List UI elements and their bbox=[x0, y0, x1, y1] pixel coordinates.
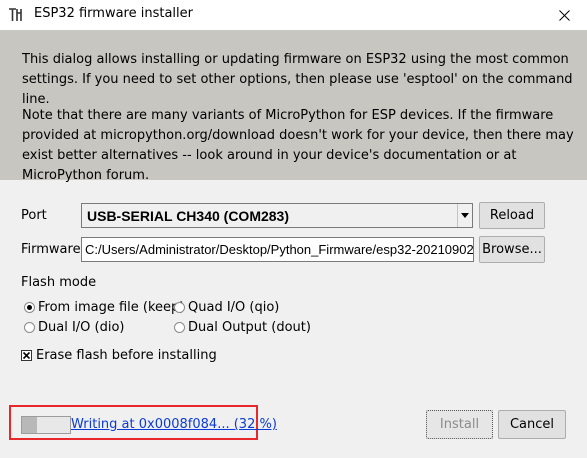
progress-status-link[interactable]: Writing at 0x0008f084... (32 %) bbox=[71, 417, 277, 432]
radio-label: Dual Output (dout) bbox=[188, 320, 311, 335]
erase-flash-checkbox[interactable]: Erase flash before installing bbox=[21, 348, 217, 363]
radio-dout[interactable]: Dual Output (dout) bbox=[174, 320, 311, 335]
title-bar: ESP32 firmware installer bbox=[0, 0, 587, 30]
erase-flash-label: Erase flash before installing bbox=[36, 348, 217, 363]
close-button[interactable] bbox=[541, 0, 587, 30]
installer-dialog: ESP32 firmware installer This dialog all… bbox=[0, 0, 587, 458]
radio-indicator bbox=[24, 322, 35, 333]
radio-from-image-file[interactable]: From image file (keep) bbox=[24, 300, 184, 315]
radio-label: Quad I/O (qio) bbox=[188, 300, 280, 315]
radio-dio[interactable]: Dual I/O (dio) bbox=[24, 320, 125, 335]
progress-fill bbox=[22, 417, 38, 433]
flash-mode-label: Flash mode bbox=[21, 275, 97, 290]
progress-highlight-box: Writing at 0x0008f084... (32 %) bbox=[9, 405, 277, 440]
port-label: Port bbox=[21, 208, 47, 223]
firmware-label: Firmware bbox=[21, 242, 81, 257]
radio-indicator bbox=[174, 322, 185, 333]
browse-button[interactable]: Browse... bbox=[479, 236, 545, 263]
info-paragraph-usage: This dialog allows installing or updatin… bbox=[22, 52, 573, 107]
port-select-value: USB-SERIAL CH340 (COM283) bbox=[87, 208, 290, 224]
port-select[interactable]: USB-SERIAL CH340 (COM283) bbox=[81, 203, 473, 228]
install-button[interactable]: Install bbox=[426, 410, 493, 439]
firmware-path-field[interactable]: C:/Users/Administrator/Desktop/Python_Fi… bbox=[81, 237, 474, 262]
radio-label: Dual I/O (dio) bbox=[38, 320, 125, 335]
checkbox-box bbox=[21, 350, 32, 361]
cancel-button[interactable]: Cancel bbox=[498, 410, 566, 439]
chevron-down-icon bbox=[461, 212, 469, 218]
radio-label: From image file (keep) bbox=[38, 300, 185, 315]
thonny-app-icon bbox=[9, 8, 22, 21]
info-panel: This dialog allows installing or updatin… bbox=[0, 30, 587, 183]
check-mark-icon bbox=[23, 352, 30, 359]
window-title: ESP32 firmware installer bbox=[34, 6, 193, 21]
radio-qio[interactable]: Quad I/O (qio) bbox=[174, 300, 279, 315]
radio-indicator bbox=[174, 302, 185, 313]
dropdown-arrow[interactable] bbox=[457, 204, 472, 227]
radio-indicator bbox=[24, 302, 35, 313]
close-icon bbox=[558, 9, 570, 21]
reload-button[interactable]: Reload bbox=[479, 202, 545, 229]
progress-bar bbox=[21, 416, 71, 434]
info-paragraph-variants: Note that there are many variants of Mic… bbox=[22, 108, 574, 183]
